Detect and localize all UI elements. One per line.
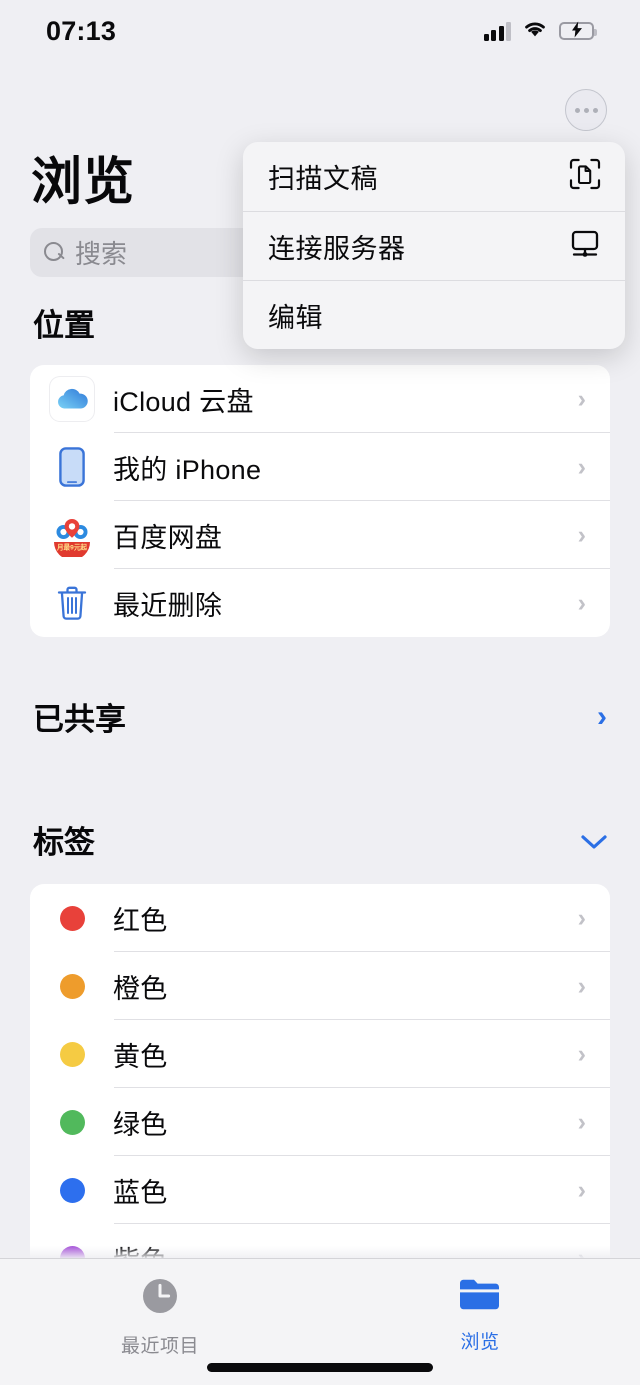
locations-list: iCloud 云盘 › 我的 iPhone › 月最9元起 百度网盘 › 最近删… [30, 365, 610, 637]
tag-color-dot [48, 1109, 96, 1135]
tab-label: 最近项目 [120, 1336, 199, 1357]
tags-title: 标签 [33, 825, 95, 860]
menu-item-edit[interactable]: 编辑 [243, 280, 625, 349]
chevron-right-icon: › [577, 588, 586, 617]
document-scanner-icon [569, 158, 601, 195]
chevron-right-icon: › [577, 1039, 586, 1068]
location-label: 最近删除 [113, 590, 223, 621]
search-placeholder: 搜索 [75, 239, 128, 269]
menu-item-connect-server[interactable]: 连接服务器 [243, 211, 625, 280]
tag-color-dot [48, 973, 96, 999]
status-bar: 07:13 [0, 0, 640, 62]
trash-icon [48, 585, 96, 621]
ellipsis-dot [583, 107, 589, 113]
iphone-screen: 07:13 浏览 搜索 位置 iCloud 云盘 › 我的 iPhone › 月… [0, 0, 640, 1385]
chevron-right-icon: › [577, 971, 586, 1000]
tag-row-yellow[interactable]: 黄色 › [30, 1020, 610, 1088]
status-bar-indicators [483, 19, 597, 43]
chevron-right-icon: › [577, 1107, 586, 1136]
menu-item-label: 编辑 [268, 302, 323, 333]
chevron-right-icon: › [577, 903, 586, 932]
tag-label: 橙色 [113, 973, 168, 1004]
tag-label: 黄色 [113, 1041, 168, 1072]
home-indicator [207, 1363, 433, 1372]
chevron-right-icon: › [577, 1175, 586, 1204]
status-bar-time: 07:13 [46, 15, 117, 46]
location-label: 百度网盘 [113, 522, 223, 553]
location-row-iphone[interactable]: 我的 iPhone › [30, 433, 610, 501]
tag-row-orange[interactable]: 橙色 › [30, 952, 610, 1020]
menu-item-label: 扫描文稿 [268, 164, 378, 194]
icloud-drive-icon [48, 377, 96, 421]
chevron-down-icon [581, 829, 607, 850]
clock-icon [139, 1275, 181, 1322]
ellipsis-dot [592, 107, 598, 113]
iphone-icon [48, 447, 96, 487]
tag-color-dot [48, 905, 96, 931]
locations-title: 位置 [33, 308, 95, 343]
more-options-button[interactable] [565, 89, 607, 131]
browse-content: 位置 iCloud 云盘 › 我的 iPhone › 月最9元起 百度网盘 › … [0, 300, 640, 1292]
chevron-right-icon: › [597, 699, 607, 733]
svg-text:月最9元起: 月最9元起 [56, 542, 87, 551]
menu-item-scan-document[interactable]: 扫描文稿 [243, 142, 625, 211]
tag-row-blue[interactable]: 蓝色 › [30, 1156, 610, 1224]
server-monitor-icon [569, 228, 601, 265]
tag-row-green[interactable]: 绿色 › [30, 1088, 610, 1156]
folder-icon [457, 1275, 503, 1318]
tab-label: 浏览 [460, 1332, 500, 1353]
location-row-recently-deleted[interactable]: 最近删除 › [30, 569, 610, 637]
battery-charging-icon [559, 21, 597, 40]
search-icon [44, 242, 65, 263]
tags-list: 红色 › 橙色 › 黄色 › 绿色 › 蓝色 › [30, 884, 610, 1292]
location-label: iCloud 云盘 [113, 386, 254, 417]
tag-label: 绿色 [113, 1109, 168, 1140]
tags-section-header[interactable]: 标签 [0, 817, 640, 862]
tag-label: 红色 [113, 905, 168, 936]
wifi-icon [522, 19, 548, 43]
shared-section-header[interactable]: 已共享 › [0, 694, 640, 739]
cellular-bars-icon [483, 21, 511, 41]
more-options-menu: 扫描文稿 连接服务器 编辑 [243, 142, 625, 349]
page-title: 浏览 [31, 153, 136, 210]
shared-title: 已共享 [33, 702, 126, 737]
location-row-icloud[interactable]: iCloud 云盘 › [30, 365, 610, 433]
location-row-baidu[interactable]: 月最9元起 百度网盘 › [30, 501, 610, 569]
tag-color-dot [48, 1041, 96, 1067]
ellipsis-dot [574, 107, 580, 113]
tag-label: 蓝色 [113, 1177, 168, 1208]
tag-row-red[interactable]: 红色 › [30, 884, 610, 952]
location-label: 我的 iPhone [113, 454, 262, 485]
tag-color-dot [48, 1177, 96, 1203]
baidu-netdisk-icon: 月最9元起 [48, 513, 96, 557]
menu-item-label: 连接服务器 [268, 233, 406, 264]
tab-bar: 最近项目 浏览 [0, 1258, 640, 1385]
chevron-right-icon: › [577, 520, 586, 549]
chevron-right-icon: › [577, 384, 586, 413]
chevron-right-icon: › [577, 452, 586, 481]
